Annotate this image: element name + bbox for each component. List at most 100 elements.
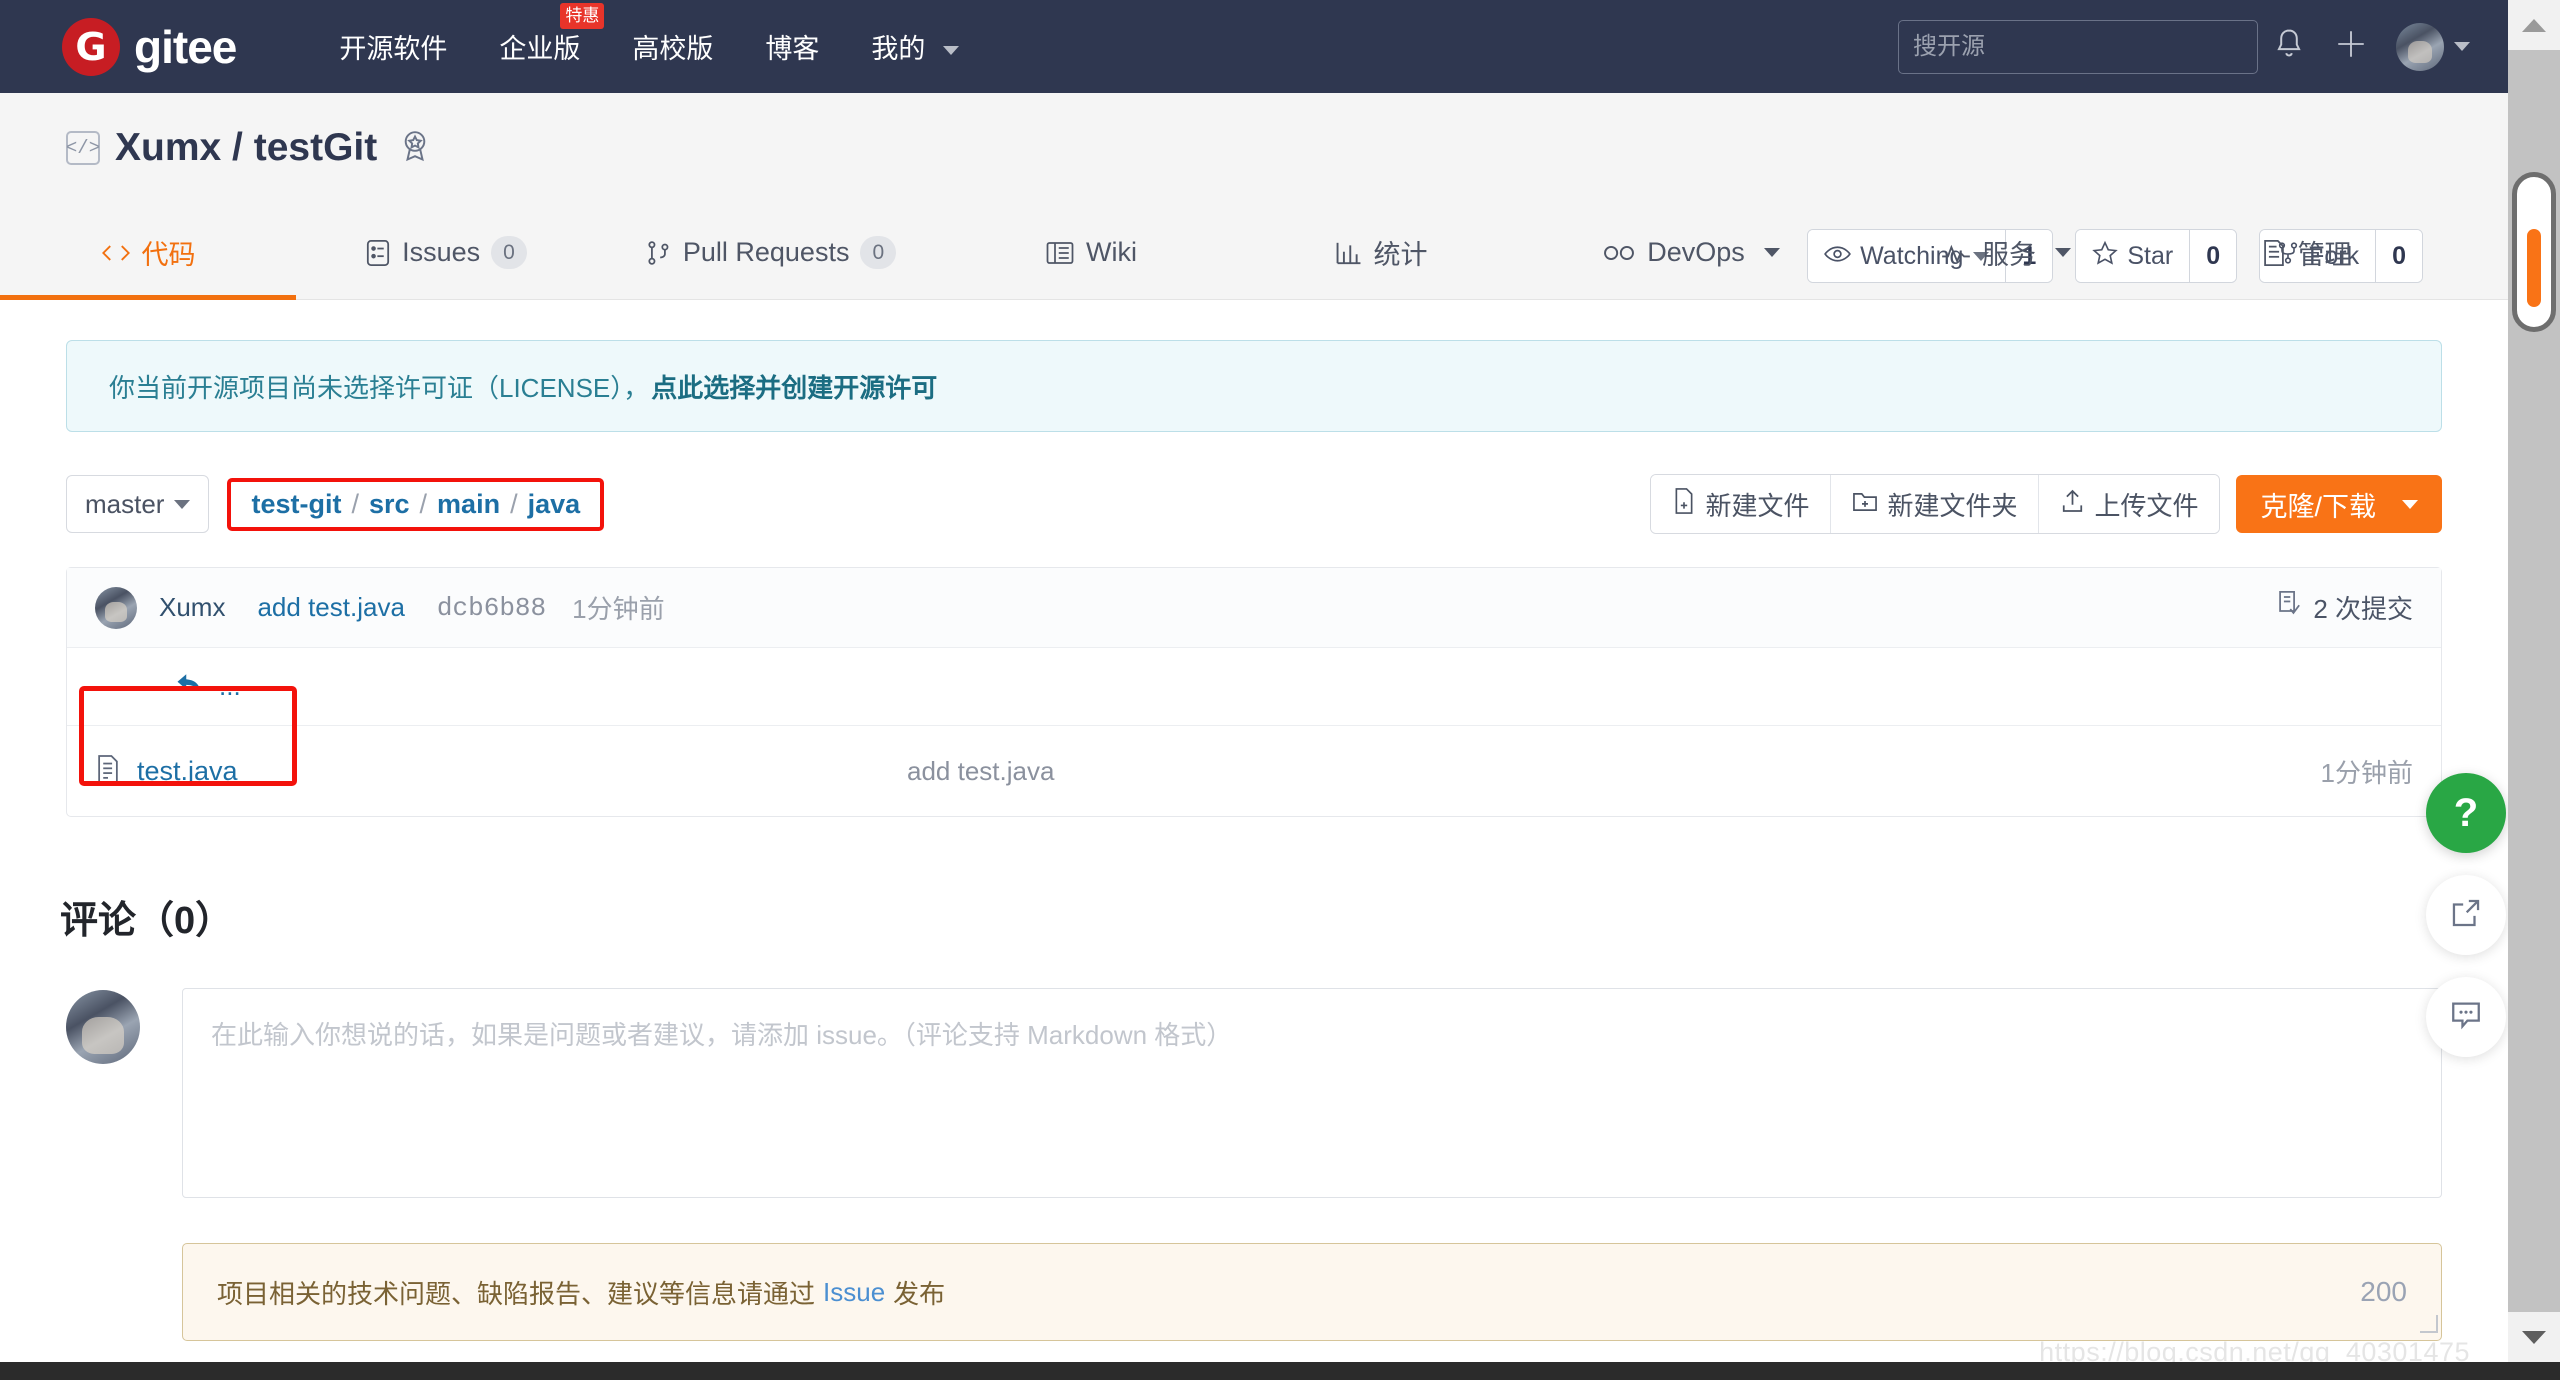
nav-link-opensource[interactable]: 开源软件 (313, 27, 473, 66)
breadcrumb-item-test-git[interactable]: test-git (251, 489, 341, 520)
table-row[interactable]: test.java add test.java 1分钟前 (67, 686, 2441, 816)
parent-directory-label: ... (219, 671, 241, 701)
tab-label: Issues (402, 237, 481, 267)
avatar (66, 990, 140, 1064)
breadcrumb-item-src[interactable]: src (369, 489, 410, 520)
file-updated-time: 1分钟前 (2320, 757, 2413, 788)
floating-action-buttons: ? (2426, 773, 2506, 1057)
repo-owner-link[interactable]: Xumx (115, 126, 221, 169)
commit-sha[interactable]: dcb6b88 (437, 593, 546, 623)
gitee-brand-name: gitee (134, 20, 237, 73)
search-input[interactable] (1898, 19, 2258, 74)
tab-code[interactable]: 代码 (0, 205, 296, 300)
nav-link-label: 开源软件 (339, 34, 448, 64)
vertical-scrollbar[interactable] (2508, 0, 2560, 1362)
gitee-logo-icon: G (62, 17, 120, 76)
file-action-group: 新建文件 新建文件夹 上传文件 (1650, 474, 2221, 534)
chevron-down-icon (2522, 1330, 2546, 1344)
tab-label: Wiki (1086, 237, 1137, 267)
tab-pull-requests[interactable]: Pull Requests 0 (596, 205, 946, 300)
textarea-resize-handle[interactable] (2420, 1315, 2438, 1333)
nav-link-blog[interactable]: 博客 (739, 27, 845, 66)
top-nav-right (1898, 16, 2470, 78)
notifications-button[interactable] (2258, 16, 2320, 78)
tab-issues[interactable]: Issues 0 (296, 205, 596, 300)
promo-badge: 特惠 (560, 3, 605, 29)
clone-download-button[interactable]: 克隆/下载 (2236, 475, 2442, 533)
upload-file-button[interactable]: 上传文件 (2038, 475, 2220, 533)
latest-commit-bar: Xumx add test.java dcb6b88 1分钟前 2 次提交 (67, 568, 2441, 648)
code-repo-icon: </> (66, 131, 100, 165)
file-name-link[interactable]: test.java (137, 756, 238, 787)
gitee-brand[interactable]: G gitee (62, 17, 237, 76)
nav-link-university[interactable]: 高校版 (606, 27, 739, 66)
tab-devops[interactable]: DevOps (1526, 205, 1856, 300)
repo-name-link[interactable]: testGit (254, 126, 378, 169)
new-folder-button[interactable]: 新建文件夹 (1830, 475, 2039, 533)
file-toolbar-actions: 新建文件 新建文件夹 上传文件 克隆/下载 (1650, 474, 2442, 534)
repo-title-separator: / (232, 126, 243, 169)
nav-link-label: 高校版 (632, 34, 714, 64)
scroll-down-button[interactable] (2508, 1312, 2560, 1362)
breadcrumb-item-java[interactable]: java (528, 489, 581, 520)
breadcrumb-separator: / (419, 488, 428, 519)
horizontal-scrollbar[interactable] (0, 1362, 2560, 1380)
tab-label: 代码 (141, 240, 196, 270)
user-menu[interactable] (2396, 22, 2470, 71)
nav-link-mine[interactable]: 我的 (845, 27, 985, 66)
new-file-label: 新建文件 (1705, 490, 1810, 521)
pulse-icon (1941, 241, 1971, 265)
breadcrumb-item-main[interactable]: main (437, 489, 500, 520)
file-plus-icon (1672, 487, 1696, 522)
chevron-down-icon (1763, 248, 1780, 257)
help-button[interactable]: ? (2426, 773, 2506, 853)
tab-issues-count: 0 (491, 235, 527, 270)
issue-notice-bar: 项目相关的技术问题、缺陷报告、建议等信息请通过 Issue 发布 200 (182, 1243, 2442, 1341)
commit-message[interactable]: add test.java (257, 592, 404, 623)
commit-author[interactable]: Xumx (159, 592, 225, 623)
award-ribbon-icon (397, 127, 433, 170)
tab-manage[interactable]: 管理 (2156, 205, 2456, 300)
commit-count-link[interactable]: 2 次提交 (2276, 589, 2413, 626)
tab-label: 服务 (1982, 240, 2036, 270)
license-alert-text: 你当前开源项目尚未选择许可证（LICENSE）， (109, 372, 650, 403)
tab-label: 管理 (2297, 240, 2352, 270)
issue-link[interactable]: Issue (823, 1277, 885, 1308)
parent-directory-row[interactable]: ... (67, 648, 2441, 726)
comment-dots-icon (2449, 999, 2483, 1036)
nav-link-label: 企业版 (499, 34, 581, 64)
settings-doc-icon (2261, 239, 2287, 267)
branch-name: master (85, 488, 165, 519)
issue-notice-prefix: 项目相关的技术问题、缺陷报告、建议等信息请通过 (217, 1278, 816, 1309)
main-content: 你当前开源项目尚未选择许可证（LICENSE）， 点此选择并创建开源许可 mas… (0, 300, 2508, 1341)
chevron-down-icon (2454, 42, 2470, 51)
share-external-icon (2449, 896, 2483, 935)
new-folder-label: 新建文件夹 (1887, 490, 2018, 521)
book-icon (1045, 240, 1075, 266)
branch-selector[interactable]: master (66, 475, 210, 533)
tab-service[interactable]: 服务 (1856, 205, 2156, 300)
new-file-button[interactable]: 新建文件 (1651, 475, 1831, 533)
parent-directory-link[interactable]: ... (175, 671, 241, 702)
tab-statistics[interactable]: 统计 (1236, 205, 1526, 300)
gitee-repository-page: G gitee 开源软件 企业版 特惠 高校版 博客 我的 搜开源 </> Xu… (0, 0, 2560, 1380)
code-icon (101, 241, 131, 265)
upload-file-label: 上传文件 (2094, 490, 2199, 521)
issue-icon (365, 239, 391, 267)
arrow-up-left-icon (175, 671, 205, 702)
scrollbar-thumb[interactable] (2512, 172, 2556, 332)
scroll-up-button[interactable] (2508, 0, 2560, 50)
share-button[interactable] (2426, 875, 2506, 955)
create-new-button[interactable] (2320, 16, 2382, 78)
file-commit-message[interactable]: add test.java (787, 756, 2181, 787)
breadcrumb: test-git / src / main / java (251, 489, 580, 520)
comment-textarea[interactable] (182, 988, 2442, 1198)
tab-wiki[interactable]: Wiki (946, 205, 1236, 300)
top-navbar: G gitee 开源软件 企业版 特惠 高校版 博客 我的 (0, 0, 2508, 93)
file-code-icon (95, 754, 121, 789)
nav-link-enterprise[interactable]: 企业版 特惠 (473, 3, 606, 66)
bell-icon (2272, 26, 2306, 67)
commit-count-label: 2 次提交 (2313, 594, 2413, 624)
feedback-button[interactable] (2426, 977, 2506, 1057)
license-alert-link[interactable]: 点此选择并创建开源许可 (651, 368, 937, 405)
